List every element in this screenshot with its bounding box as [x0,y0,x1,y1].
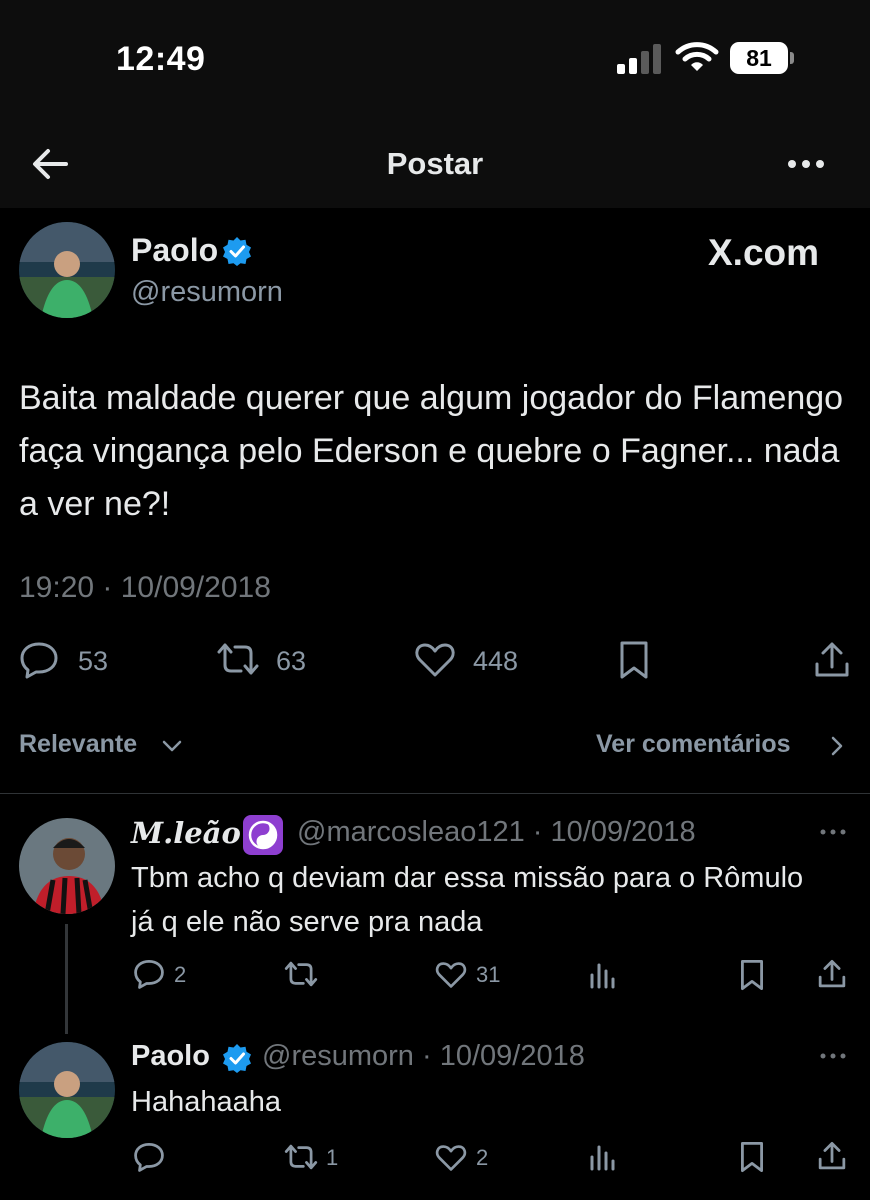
avatar[interactable] [19,222,115,318]
views-bars-icon[interactable] [588,1143,616,1171]
x-com-watermark: X.com [708,232,820,273]
reply-handle[interactable]: @marcosleao121 [297,816,525,848]
chevron-down-icon[interactable] [160,734,184,758]
repost-icon[interactable] [283,1143,319,1171]
repost-count: 1 [326,1145,339,1170]
battery-indicator: 81 [730,42,794,74]
reply-author-name[interactable]: M.leão [131,816,241,850]
like-count: 31 [476,962,501,987]
verified-badge-icon [223,1044,251,1073]
reply-bubble-icon[interactable] [133,1142,165,1172]
more-horizontal-icon[interactable] [784,150,828,178]
more-horizontal-icon[interactable] [818,1050,848,1062]
reply-handle-date[interactable]: @marcosleao121 · 10/09/2018 [297,816,696,849]
page-title: Postar [386,146,484,181]
cellular-signal-icon [617,44,661,74]
reply-author-name[interactable]: Paolo [131,1040,210,1073]
reply-date[interactable]: 10/09/2018 [440,1040,585,1072]
heart-icon[interactable] [414,642,456,678]
bookmark-icon[interactable] [739,1141,765,1173]
repost-icon[interactable] [215,641,261,677]
reply-bubble-icon[interactable] [133,959,165,989]
reply-text: Tbm acho q deviam dar essa missão para o… [131,862,804,938]
battery-level: 81 [746,45,772,71]
author-handle[interactable]: @resumorn [131,276,283,309]
reply-handle-date[interactable]: @resumorn · 10/09/2018 [262,1040,585,1073]
reply-date[interactable]: 10/09/2018 [551,816,696,848]
repost-icon[interactable] [283,960,319,988]
share-icon[interactable] [817,1140,847,1172]
reply-bubble-icon[interactable] [19,641,59,679]
share-icon[interactable] [813,640,851,680]
like-count: 448 [473,646,519,676]
wifi-icon [675,42,719,71]
more-horizontal-icon[interactable] [818,826,848,838]
post-text: Baita maldade querer que algum jogador d… [19,379,844,523]
heart-icon[interactable] [435,961,467,989]
post-timestamp[interactable]: 19:20 · 10/09/2018 [19,571,271,605]
status-time: 12:49 [116,40,206,78]
reply-count: 2 [174,962,187,987]
author-name[interactable]: Paolo [131,232,218,269]
bookmark-icon[interactable] [739,959,765,991]
reply-text: Hahahaaha [131,1086,281,1118]
chevron-right-icon[interactable] [825,734,849,758]
avatar[interactable] [19,1042,115,1138]
reply-count: 53 [78,646,109,676]
like-count: 2 [476,1145,489,1170]
avatar[interactable] [19,818,115,914]
reply-handle[interactable]: @resumorn [262,1040,414,1072]
views-bars-icon[interactable] [588,961,616,989]
repost-count: 63 [276,646,307,676]
sort-relevante-dropdown[interactable]: Relevante [19,730,137,759]
divider [0,793,870,794]
thread-line [65,924,68,1034]
verified-badge-icon [223,237,251,266]
bookmark-icon[interactable] [618,640,650,680]
yin-yang-icon [243,815,283,855]
view-comments-link[interactable]: Ver comentários [596,730,791,759]
heart-icon[interactable] [435,1144,467,1172]
share-icon[interactable] [817,958,847,990]
